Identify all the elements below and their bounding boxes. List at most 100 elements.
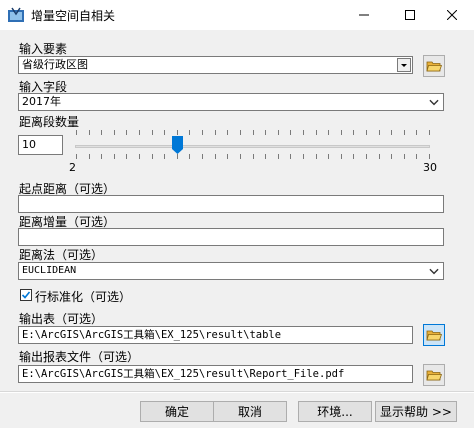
slider-tick: [202, 154, 203, 159]
vertical-scrollbar[interactable]: [458, 30, 474, 390]
slider-tick: [177, 154, 178, 159]
slider-tick: [215, 154, 216, 159]
slider-tick: [240, 154, 241, 159]
row-standardization-checkbox[interactable]: [20, 289, 32, 301]
slider-tick: [278, 154, 279, 159]
slider-tick: [152, 130, 153, 135]
slider-tick: [278, 130, 279, 135]
slider-tick: [416, 154, 417, 159]
slider-tick: [177, 130, 178, 135]
output-report-browse-button[interactable]: [423, 364, 445, 386]
slider-tick: [139, 130, 140, 135]
slider-tick: [316, 130, 317, 135]
slider-tick: [76, 154, 77, 159]
slider-tick: [429, 154, 430, 159]
ok-button[interactable]: 确定: [140, 401, 214, 422]
output-table-value: E:\ArcGIS\ArcGIS工具箱\EX_125\result\table: [22, 329, 282, 341]
slider-tick: [139, 154, 140, 159]
chevron-down-icon[interactable]: [427, 95, 441, 109]
slider-tick: [379, 130, 380, 135]
show-help-button[interactable]: 显示帮助 >>: [375, 401, 457, 422]
output-report-value: E:\ArcGIS\ArcGIS工具箱\EX_125\result\Report…: [22, 368, 345, 380]
folder-open-icon: [426, 330, 442, 341]
slider-tick: [152, 154, 153, 159]
distance-method-value: EUCLIDEAN: [22, 265, 77, 276]
chevron-down-icon[interactable]: [427, 264, 441, 278]
slider-tick: [101, 130, 102, 135]
slider-max-label: 30: [423, 161, 437, 174]
slider-tick: [227, 130, 228, 135]
slider-tick: [391, 154, 392, 159]
slider-tick: [101, 154, 102, 159]
folder-open-icon: [426, 370, 442, 381]
distance-increment-input[interactable]: [18, 228, 444, 246]
slider-tick: [76, 130, 77, 135]
slider-tick: [89, 130, 90, 135]
slider-tick: [290, 130, 291, 135]
window-title: 增量空间自相关: [31, 9, 116, 23]
distance-bands-value: 10: [22, 138, 36, 151]
slider-tick: [316, 154, 317, 159]
slider-tick: [164, 154, 165, 159]
slider-tick: [265, 154, 266, 159]
title-bar: 增量空间自相关: [0, 0, 474, 31]
slider-tick: [416, 130, 417, 135]
slider-tick: [366, 154, 367, 159]
slider-tick: [89, 154, 90, 159]
distance-bands-label: 距离段数量: [19, 115, 80, 129]
minimize-button[interactable]: [342, 0, 386, 30]
folder-open-icon: [426, 61, 442, 72]
slider-tick: [353, 154, 354, 159]
distance-method-label: 距离法（可选）: [19, 248, 104, 262]
slider-tick: [114, 154, 115, 159]
slider-tick: [353, 130, 354, 135]
footer-divider-highlight: [0, 392, 474, 393]
slider-tick: [114, 130, 115, 135]
environments-button[interactable]: 环境...: [298, 401, 372, 422]
distance-bands-slider-track[interactable]: [75, 145, 430, 148]
slider-tick: [164, 130, 165, 135]
distance-method-combo[interactable]: EUCLIDEAN: [18, 262, 444, 280]
output-table-label: 输出表（可选）: [19, 312, 104, 326]
input-features-browse-button[interactable]: [423, 55, 445, 77]
slider-thumb[interactable]: [172, 136, 183, 154]
dropdown-arrow-icon: [401, 64, 407, 67]
distance-bands-input[interactable]: 10: [18, 135, 63, 155]
slider-tick: [253, 130, 254, 135]
input-features-value: 省级行政区图: [22, 58, 88, 71]
output-report-input[interactable]: E:\ArcGIS\ArcGIS工具箱\EX_125\result\Report…: [18, 365, 413, 383]
slider-tick: [202, 130, 203, 135]
slider-tick: [341, 130, 342, 135]
slider-tick: [379, 154, 380, 159]
slider-tick: [189, 154, 190, 159]
slider-tick: [240, 130, 241, 135]
slider-tick: [366, 130, 367, 135]
input-features-label: 输入要素: [19, 42, 68, 56]
slider-tick: [328, 130, 329, 135]
slider-tick: [328, 154, 329, 159]
output-table-input[interactable]: E:\ArcGIS\ArcGIS工具箱\EX_125\result\table: [18, 326, 413, 344]
slider-tick: [404, 154, 405, 159]
slider-tick: [215, 130, 216, 135]
output-table-browse-button[interactable]: [423, 324, 445, 346]
input-features-combo[interactable]: 省级行政区图: [18, 56, 413, 74]
close-icon: [447, 10, 457, 20]
input-features-dropdown-button[interactable]: [397, 58, 411, 72]
beginning-distance-input[interactable]: [18, 195, 444, 213]
maximize-button[interactable]: [388, 0, 432, 30]
input-field-combo[interactable]: 2017年: [18, 93, 444, 111]
slider-tick: [429, 130, 430, 135]
input-field-value: 2017年: [22, 95, 61, 108]
output-report-label: 输出报表文件（可选）: [19, 350, 140, 364]
slider-tick: [253, 154, 254, 159]
cancel-button[interactable]: 取消: [213, 401, 287, 422]
row-standardization-label: 行标准化（可选）: [35, 290, 132, 304]
slider-tick: [341, 154, 342, 159]
slider-tick: [404, 130, 405, 135]
slider-tick: [391, 130, 392, 135]
maximize-icon: [405, 10, 415, 20]
minimize-icon: [359, 14, 369, 16]
slider-tick: [303, 130, 304, 135]
close-button[interactable]: [430, 0, 474, 30]
slider-tick: [303, 154, 304, 159]
